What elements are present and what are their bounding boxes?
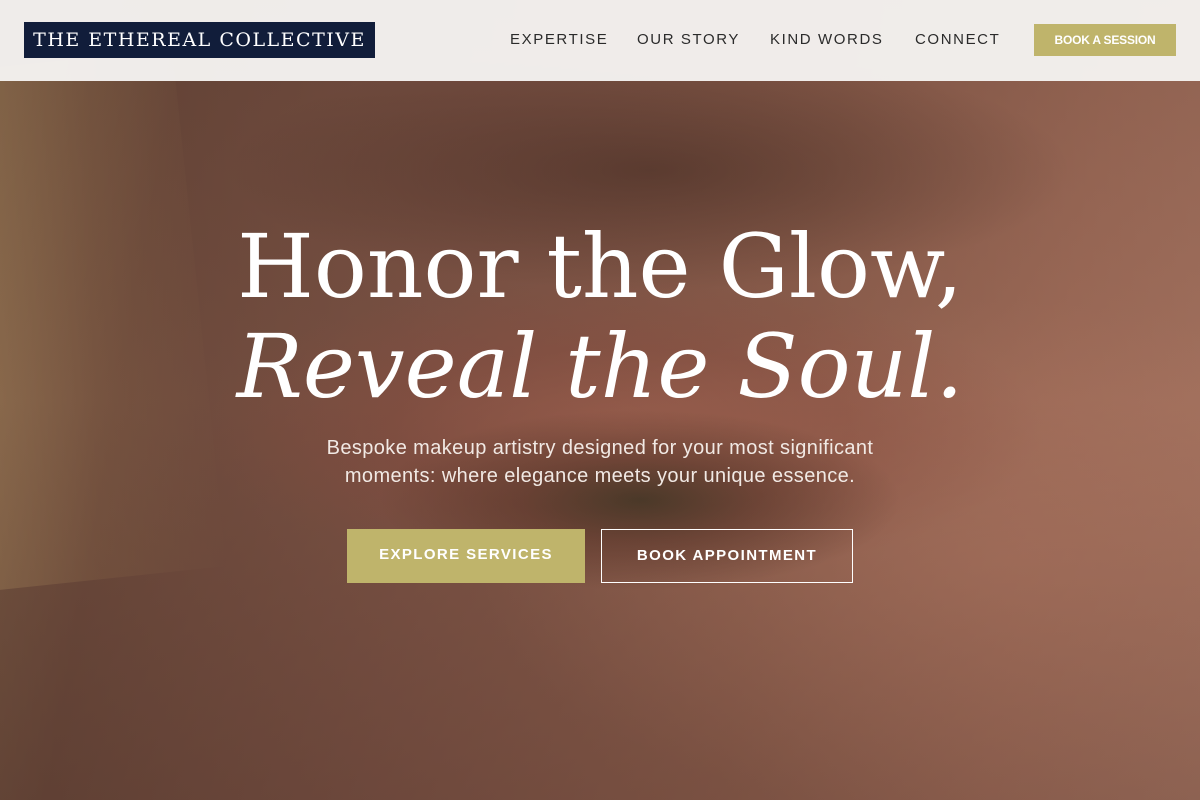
nav-link-our-story[interactable]: OUR STORY (637, 30, 740, 50)
hero-headline-line-1: Honor the Glow, (237, 215, 963, 318)
nav-link-connect[interactable]: CONNECT (915, 30, 1000, 50)
book-session-button[interactable]: BOOK A SESSION (1034, 24, 1176, 56)
book-appointment-button[interactable]: BOOK APPOINTMENT (601, 529, 853, 583)
explore-services-button[interactable]: EXPLORE SERVICES (347, 529, 585, 583)
page: THE ETHEREAL COLLECTIVE EXPERTISE OUR ST… (0, 0, 1200, 800)
nav-link-expertise[interactable]: EXPERTISE (510, 30, 608, 50)
hero-headline-line-2: Reveal the Soul. (236, 315, 964, 418)
brand-logo[interactable]: THE ETHEREAL COLLECTIVE (24, 22, 375, 58)
nav-link-kind-words[interactable]: KIND WORDS (770, 30, 884, 50)
hero-subtitle: Bespoke makeup artistry designed for you… (326, 437, 874, 487)
site-header: THE ETHEREAL COLLECTIVE EXPERTISE OUR ST… (0, 0, 1200, 81)
